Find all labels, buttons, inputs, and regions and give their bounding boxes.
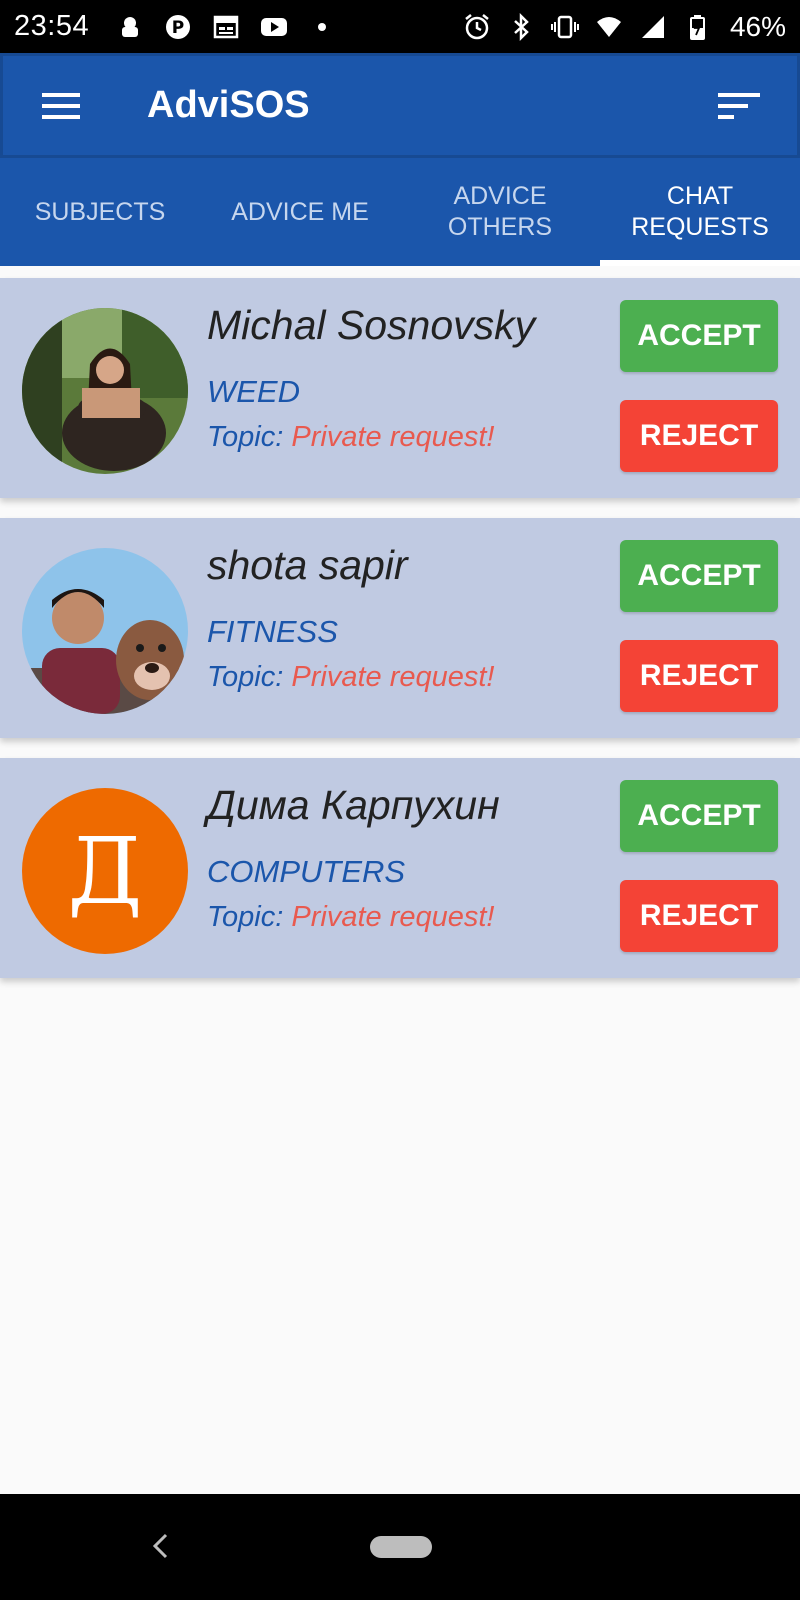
topic-value: Private request! — [291, 421, 495, 453]
status-time: 23:54 — [14, 10, 90, 42]
app-title: AdviSOS — [147, 84, 310, 126]
back-icon[interactable] — [140, 1526, 180, 1566]
requester-name: Дима Карпухин — [207, 782, 500, 828]
request-topic: Topic: Private request! — [207, 901, 494, 934]
topic-label: Topic: — [207, 901, 284, 933]
vibrate-icon — [550, 12, 580, 42]
sort-icon[interactable] — [709, 76, 769, 136]
tab-bar: SUBJECTS ADVICE ME ADVICE OTHERS CHAT RE… — [0, 158, 800, 266]
topic-label: Topic: — [207, 661, 284, 693]
chat-request-card: shota sapir FITNESS Topic: Private reque… — [0, 518, 800, 738]
status-left-icons: P — [115, 12, 337, 42]
accept-button[interactable]: ACCEPT — [620, 300, 778, 372]
avatar — [22, 308, 188, 474]
battery-percent: 46% — [729, 10, 786, 42]
android-head-icon — [115, 12, 145, 42]
hamburger-menu-icon[interactable] — [31, 76, 91, 136]
dot-icon — [307, 12, 337, 42]
chat-request-card: Michal Sosnovsky WEED Topic: Private req… — [0, 278, 800, 498]
svg-text:P: P — [172, 18, 184, 38]
bluetooth-icon — [506, 12, 536, 42]
tab-chat-requests[interactable]: CHAT REQUESTS — [600, 158, 800, 266]
avatar — [22, 548, 188, 714]
avatar-letter: Д — [22, 788, 188, 954]
youtube-icon — [259, 12, 289, 42]
request-topic: Topic: Private request! — [207, 421, 494, 454]
accept-button[interactable]: ACCEPT — [620, 780, 778, 852]
wifi-icon — [594, 12, 624, 42]
request-subject: WEED — [207, 374, 300, 409]
request-subject: COMPUTERS — [207, 854, 406, 889]
topic-label: Topic: — [207, 421, 284, 453]
battery-icon — [682, 12, 712, 42]
home-pill-button[interactable] — [370, 1536, 432, 1558]
status-bar: 23:54 P 46% — [0, 0, 800, 53]
tab-advice-me[interactable]: ADVICE ME — [200, 158, 400, 266]
app-bar: AdviSOS — [0, 53, 800, 158]
requester-name: Michal Sosnovsky — [207, 302, 536, 348]
tab-subjects[interactable]: SUBJECTS — [0, 158, 200, 266]
request-topic: Topic: Private request! — [207, 661, 494, 694]
request-subject: FITNESS — [207, 614, 338, 649]
avatar: Д — [22, 788, 188, 954]
reject-button[interactable]: REJECT — [620, 400, 778, 472]
alarm-icon — [462, 12, 492, 42]
signal-icon — [638, 12, 668, 42]
parking-icon: P — [163, 12, 193, 42]
system-nav-bar — [0, 1494, 800, 1600]
chat-request-card: Д Дима Карпухин COMPUTERS Topic: Private… — [0, 758, 800, 978]
reject-button[interactable]: REJECT — [620, 640, 778, 712]
tab-advice-others[interactable]: ADVICE OTHERS — [400, 158, 600, 266]
status-right-icons: 46% — [462, 11, 786, 43]
accept-button[interactable]: ACCEPT — [620, 540, 778, 612]
requester-name: shota sapir — [207, 542, 408, 588]
calendar-icon — [211, 12, 241, 42]
topic-value: Private request! — [291, 661, 495, 693]
topic-value: Private request! — [291, 901, 495, 933]
reject-button[interactable]: REJECT — [620, 880, 778, 952]
